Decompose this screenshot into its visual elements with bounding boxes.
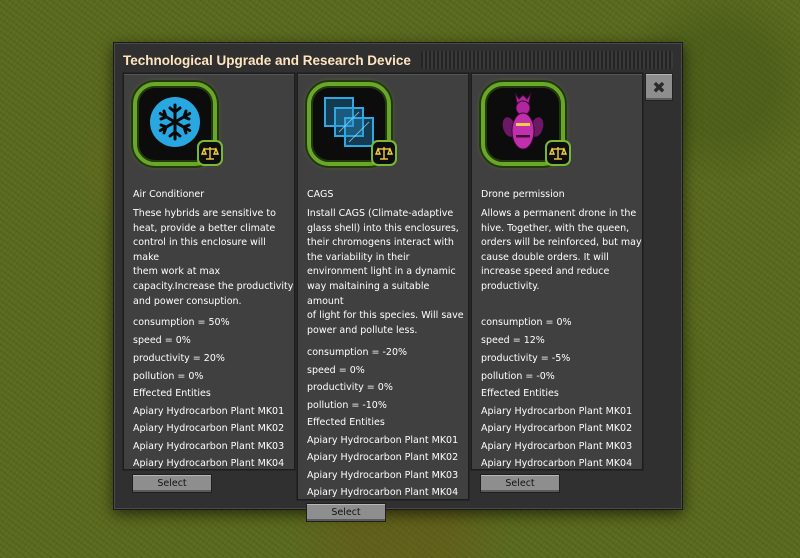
stat-productivity: productivity = 20% (133, 353, 225, 364)
description-line: orders will be reinforced, but may (481, 237, 642, 249)
description-line: and power consuption. (133, 295, 242, 307)
stat-pollution: pollution = -10% (307, 400, 387, 411)
entity-item: Apiary Hydrocarbon Plant MK04 (133, 458, 285, 469)
upgrade-card-cags: CAGS Install CAGS (Climate-adaptive glas… (297, 73, 469, 522)
description-line: Allows a permanent drone in the (481, 208, 637, 219)
stat-consumption: consumption = 50% (133, 317, 230, 328)
description-line: productivity. (481, 280, 540, 292)
stat-speed: speed = 0% (307, 365, 365, 376)
stat-consumption: consumption = -20% (307, 347, 408, 358)
description-line: Install CAGS (Climate-adaptive (307, 208, 454, 219)
entity-item: Apiary Hydrocarbon Plant MK02 (307, 452, 459, 463)
scales-icon (371, 140, 397, 166)
description-line: of light for this species. Will save (307, 310, 464, 322)
window-title: Technological Upgrade and Research Devic… (123, 52, 411, 68)
entity-item: Apiary Hydrocarbon Plant MK01 (481, 406, 633, 417)
stat-productivity: productivity = -5% (481, 353, 571, 364)
description-line: heat, provide a better climate (133, 222, 276, 234)
description-line: them work at max (133, 266, 221, 278)
drone-bee-icon (501, 89, 545, 159)
description-line: power and pollute less. (307, 324, 418, 336)
entity-item: Apiary Hydrocarbon Plant MK04 (307, 487, 459, 498)
description-line: glass shell) into this enclosures, (307, 222, 459, 234)
entity-item: Apiary Hydrocarbon Plant MK03 (481, 441, 633, 452)
description-line: control in this enclosure will make (133, 237, 266, 263)
description-line: hive. Together, with the queen, (481, 222, 630, 234)
title-bar[interactable]: Technological Upgrade and Research Devic… (123, 49, 673, 71)
upgrade-icon-frame (133, 82, 225, 174)
select-button[interactable]: Select (132, 474, 212, 493)
close-icon: ✖ (652, 77, 666, 97)
entity-item: Apiary Hydrocarbon Plant MK03 (307, 470, 459, 481)
entity-item: Apiary Hydrocarbon Plant MK03 (133, 441, 285, 452)
upgrade-card-air-conditioner: Air Conditioner These hybrids are sensit… (123, 73, 295, 493)
stat-productivity: productivity = 0% (307, 382, 393, 393)
scales-icon (545, 140, 571, 166)
description-line: increase speed and reduce (481, 266, 610, 278)
upgrade-description: Allows a permanent drone in the hive. To… (481, 207, 642, 295)
close-button[interactable]: ✖ (645, 73, 673, 101)
description-line: the variability in their (307, 251, 410, 263)
upgrade-name: Drone permission (481, 189, 565, 200)
select-button[interactable]: Select (306, 503, 386, 522)
entity-item: Apiary Hydrocarbon Plant MK02 (481, 423, 633, 434)
stat-speed: speed = 0% (133, 335, 191, 346)
research-device-window: Technological Upgrade and Research Devic… (113, 42, 683, 522)
stat-pollution: pollution = 0% (133, 371, 204, 382)
entity-item: Apiary Hydrocarbon Plant MK01 (133, 406, 285, 417)
upgrade-description: These hybrids are sensitive to heat, pro… (133, 207, 294, 309)
entities-header: Effected Entities (307, 417, 385, 428)
stat-pollution: pollution = -0% (481, 371, 555, 382)
scales-icon (197, 140, 223, 166)
upgrade-name: CAGS (307, 189, 334, 200)
description-line: their chromogens interact with (307, 237, 454, 249)
upgrade-icon-frame (307, 82, 399, 174)
entity-item: Apiary Hydrocarbon Plant MK02 (133, 423, 285, 434)
description-line: These hybrids are sensitive to (133, 208, 276, 219)
upgrade-card-drone-permission: Drone permission Allows a permanent dron… (471, 73, 643, 493)
description-line: cause double orders. It will (481, 251, 609, 263)
upgrade-description: Install CAGS (Climate-adaptive glass she… (307, 207, 468, 338)
entities-header: Effected Entities (481, 388, 559, 399)
drag-handle[interactable] (420, 51, 673, 69)
entity-item: Apiary Hydrocarbon Plant MK04 (481, 458, 633, 469)
description-line: environment light in a dynamic (307, 266, 456, 278)
stat-consumption: consumption = 0% (481, 317, 572, 328)
description-line: capacity.Increase the productivity (133, 280, 294, 292)
select-button[interactable]: Select (480, 474, 560, 493)
glass-panes-icon (321, 94, 377, 154)
description-line: way maitaining a suitable amount (307, 280, 430, 307)
entity-item: Apiary Hydrocarbon Plant MK01 (307, 435, 459, 446)
upgrade-name: Air Conditioner (133, 189, 205, 200)
upgrade-icon-frame (481, 82, 573, 174)
stat-speed: speed = 12% (481, 335, 545, 346)
entities-header: Effected Entities (133, 388, 211, 399)
snowflake-icon (148, 95, 202, 153)
